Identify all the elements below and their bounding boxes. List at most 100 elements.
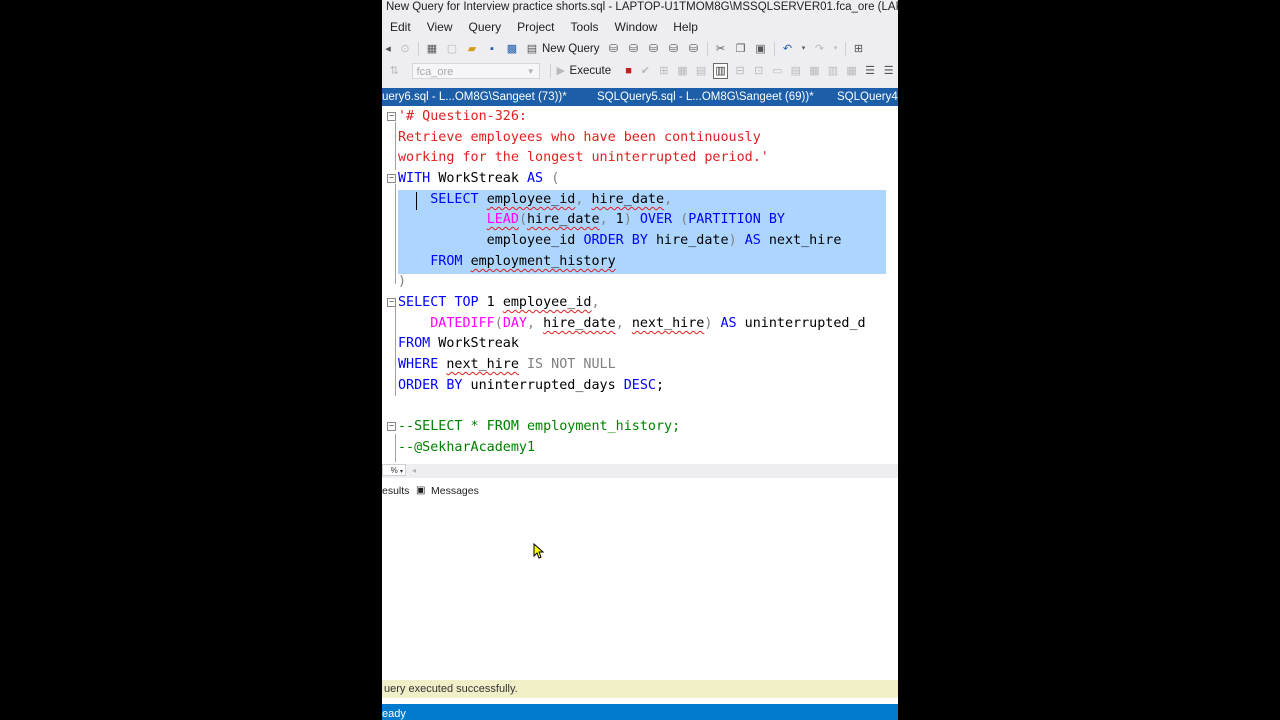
messages-icon: ▣ xyxy=(416,485,426,496)
collapse-toggle[interactable]: − xyxy=(387,298,396,307)
menu-edit[interactable]: Edit xyxy=(382,20,419,34)
mouse-pointer-icon xyxy=(533,543,545,559)
menu-window[interactable]: Window xyxy=(607,20,666,34)
tab-sqlquery5[interactable]: SQLQuery5.sql - L...OM8G\Sangeet (69))* xyxy=(597,88,814,106)
menu-project[interactable]: Project xyxy=(509,20,562,34)
outline-line xyxy=(395,184,396,284)
uncomment-icon[interactable]: ▦ xyxy=(845,64,858,78)
new-query-button[interactable]: New Query xyxy=(542,43,600,55)
menu-view[interactable]: View xyxy=(419,20,461,34)
chevron-down-icon: ▾ xyxy=(399,469,403,475)
code-line-9: ) xyxy=(398,274,407,289)
redo-icon[interactable]: ↷ xyxy=(813,42,827,56)
intellisense-icon[interactable]: ▤ xyxy=(695,64,708,78)
results-tab-bar: esults ▣ Messages xyxy=(382,480,898,501)
save-icon[interactable]: ▪ xyxy=(485,42,499,56)
tab-messages[interactable]: Messages xyxy=(431,483,479,499)
forward-icon[interactable]: ⊙ xyxy=(398,42,412,56)
chevron-down-icon: ▼ xyxy=(526,67,535,76)
scroll-left-icon[interactable]: ◂ xyxy=(412,464,416,478)
mdx-query-icon[interactable]: ⛁ xyxy=(627,42,641,56)
standard-toolbar: ◂ ⊙ ▦ ▢ ▰ ▪ ▩ ▤ New Query ⛁ ⛁ ⛁ ⛁ ⛁ ✂ ❐ … xyxy=(382,38,898,60)
undo-icon[interactable]: ↶ xyxy=(781,42,795,56)
activity-monitor-icon[interactable]: ⊞ xyxy=(852,42,866,56)
add-item-icon[interactable]: ▢ xyxy=(445,42,459,56)
query-designer-icon[interactable]: ▦ xyxy=(676,64,689,78)
database-select[interactable]: fca_ore ▼ xyxy=(411,63,540,79)
string-literal: '# Question-326: xyxy=(398,109,527,124)
menu-query[interactable]: Query xyxy=(460,20,509,34)
code-line-10: SELECT TOP 1 employee_id, xyxy=(398,295,600,310)
code-line-16: --SELECT * FROM employment_history; xyxy=(398,417,680,437)
messages-pane xyxy=(382,500,898,680)
open-file-icon[interactable]: ▰ xyxy=(465,42,479,56)
results-to-grid-icon[interactable]: ▥ xyxy=(713,63,728,79)
query-status-message: uery executed successfully. xyxy=(382,680,898,698)
toolbar-divider xyxy=(549,64,551,78)
connect-icon[interactable]: ⇅ xyxy=(388,64,401,78)
query-editor[interactable]: − − − − '# Question-326: Retrieve employ… xyxy=(382,106,898,464)
status-bar: eady xyxy=(382,704,898,720)
parse-icon[interactable]: ✔ xyxy=(639,64,652,78)
ssms-window: New Query for Interview practice shorts.… xyxy=(382,0,898,720)
paste-icon[interactable]: ▣ xyxy=(754,42,768,56)
comment: --SELECT * FROM employment_history; xyxy=(398,419,681,434)
outline-line xyxy=(395,434,396,462)
collapse-toggle[interactable]: − xyxy=(387,422,396,431)
string-literal: working for the longest uninterrupted pe… xyxy=(398,150,769,165)
dax-query-icon[interactable]: ⛁ xyxy=(687,42,701,56)
estimated-plan-icon[interactable]: ⊞ xyxy=(658,64,671,78)
tab-results[interactable]: esults xyxy=(382,483,409,499)
toolbar-divider xyxy=(418,42,419,56)
zoom-select[interactable]: % ▾ xyxy=(382,464,406,476)
copy-icon[interactable]: ❐ xyxy=(734,42,748,56)
menu-help[interactable]: Help xyxy=(665,20,706,34)
code-line-13: WHERE next_hire IS NOT NULL xyxy=(398,357,616,372)
code-line-12: FROM WorkStreak xyxy=(398,336,519,351)
execute-arrow-icon: ▶ xyxy=(556,65,565,77)
menu-tools[interactable]: Tools xyxy=(563,20,607,34)
code-line-4: WITH WorkStreak AS ( xyxy=(398,171,560,186)
dmx-query-icon[interactable]: ⛁ xyxy=(647,42,661,56)
status-bar-text: eady xyxy=(382,708,406,720)
collapse-toggle[interactable]: − xyxy=(387,112,396,121)
include-plan-icon[interactable]: ⊟ xyxy=(734,64,747,78)
toolbar-divider xyxy=(844,42,846,56)
code-line-14: ORDER BY uninterrupted_days DESC; xyxy=(398,378,665,393)
xmla-query-icon[interactable]: ⛁ xyxy=(667,42,681,56)
tab-sqlquery6[interactable]: uery6.sql - L...OM8G\Sangeet (73))* xyxy=(382,88,567,106)
database-select-value: fca_ore xyxy=(416,66,454,78)
code-line-7: employee_id ORDER BY hire_date) AS next_… xyxy=(398,233,842,248)
cancel-query-icon[interactable]: ■ xyxy=(624,64,633,78)
window-title: New Query for Interview practice shorts.… xyxy=(382,0,898,16)
toolbar-divider xyxy=(773,42,775,56)
collapse-toggle[interactable]: − xyxy=(387,174,396,183)
db-engine-query-icon[interactable]: ⛁ xyxy=(607,42,621,56)
code-line-17: --@SekharAcademy1 xyxy=(398,438,535,458)
undo-dropdown-icon[interactable]: ▾ xyxy=(801,42,807,56)
execute-button[interactable]: Execute xyxy=(570,65,612,77)
back-icon[interactable]: ◂ xyxy=(384,42,392,56)
outline-line xyxy=(395,306,396,396)
code-line-6: LEAD(hire_date, 1) OVER (PARTITION BY xyxy=(486,212,785,227)
redo-dropdown-icon[interactable]: ▾ xyxy=(833,42,839,56)
new-project-icon[interactable]: ▦ xyxy=(425,42,439,56)
client-stats-icon[interactable]: ▭ xyxy=(771,64,784,78)
code-line-8: FROM employment_history xyxy=(430,254,616,269)
decrease-indent-icon[interactable]: ☰ xyxy=(864,64,877,78)
increase-indent-icon[interactable]: ☰ xyxy=(882,64,895,78)
cut-icon[interactable]: ✂ xyxy=(714,42,728,56)
new-query-icon[interactable]: ▤ xyxy=(525,42,539,56)
save-all-icon[interactable]: ▩ xyxy=(505,42,519,56)
horizontal-scrollbar[interactable]: % ▾ ◂ xyxy=(382,464,898,478)
code-line-3: working for the longest uninterrupted pe… xyxy=(398,148,769,168)
code-line-5: SELECT employee_id, hire_date, xyxy=(430,192,673,207)
results-to-file-icon[interactable]: ▦ xyxy=(808,64,821,78)
tab-sqlquery4[interactable]: SQLQuery4.s xyxy=(837,88,898,106)
comment-icon[interactable]: ▥ xyxy=(827,64,840,78)
code-line-2: Retrieve employees who have been continu… xyxy=(398,128,761,148)
menu-bar: Edit View Query Project Tools Window Hel… xyxy=(382,16,898,38)
comment: --@SekharAcademy1 xyxy=(398,440,536,455)
results-to-text-icon[interactable]: ▤ xyxy=(790,64,803,78)
live-stats-icon[interactable]: ⊡ xyxy=(752,64,765,78)
